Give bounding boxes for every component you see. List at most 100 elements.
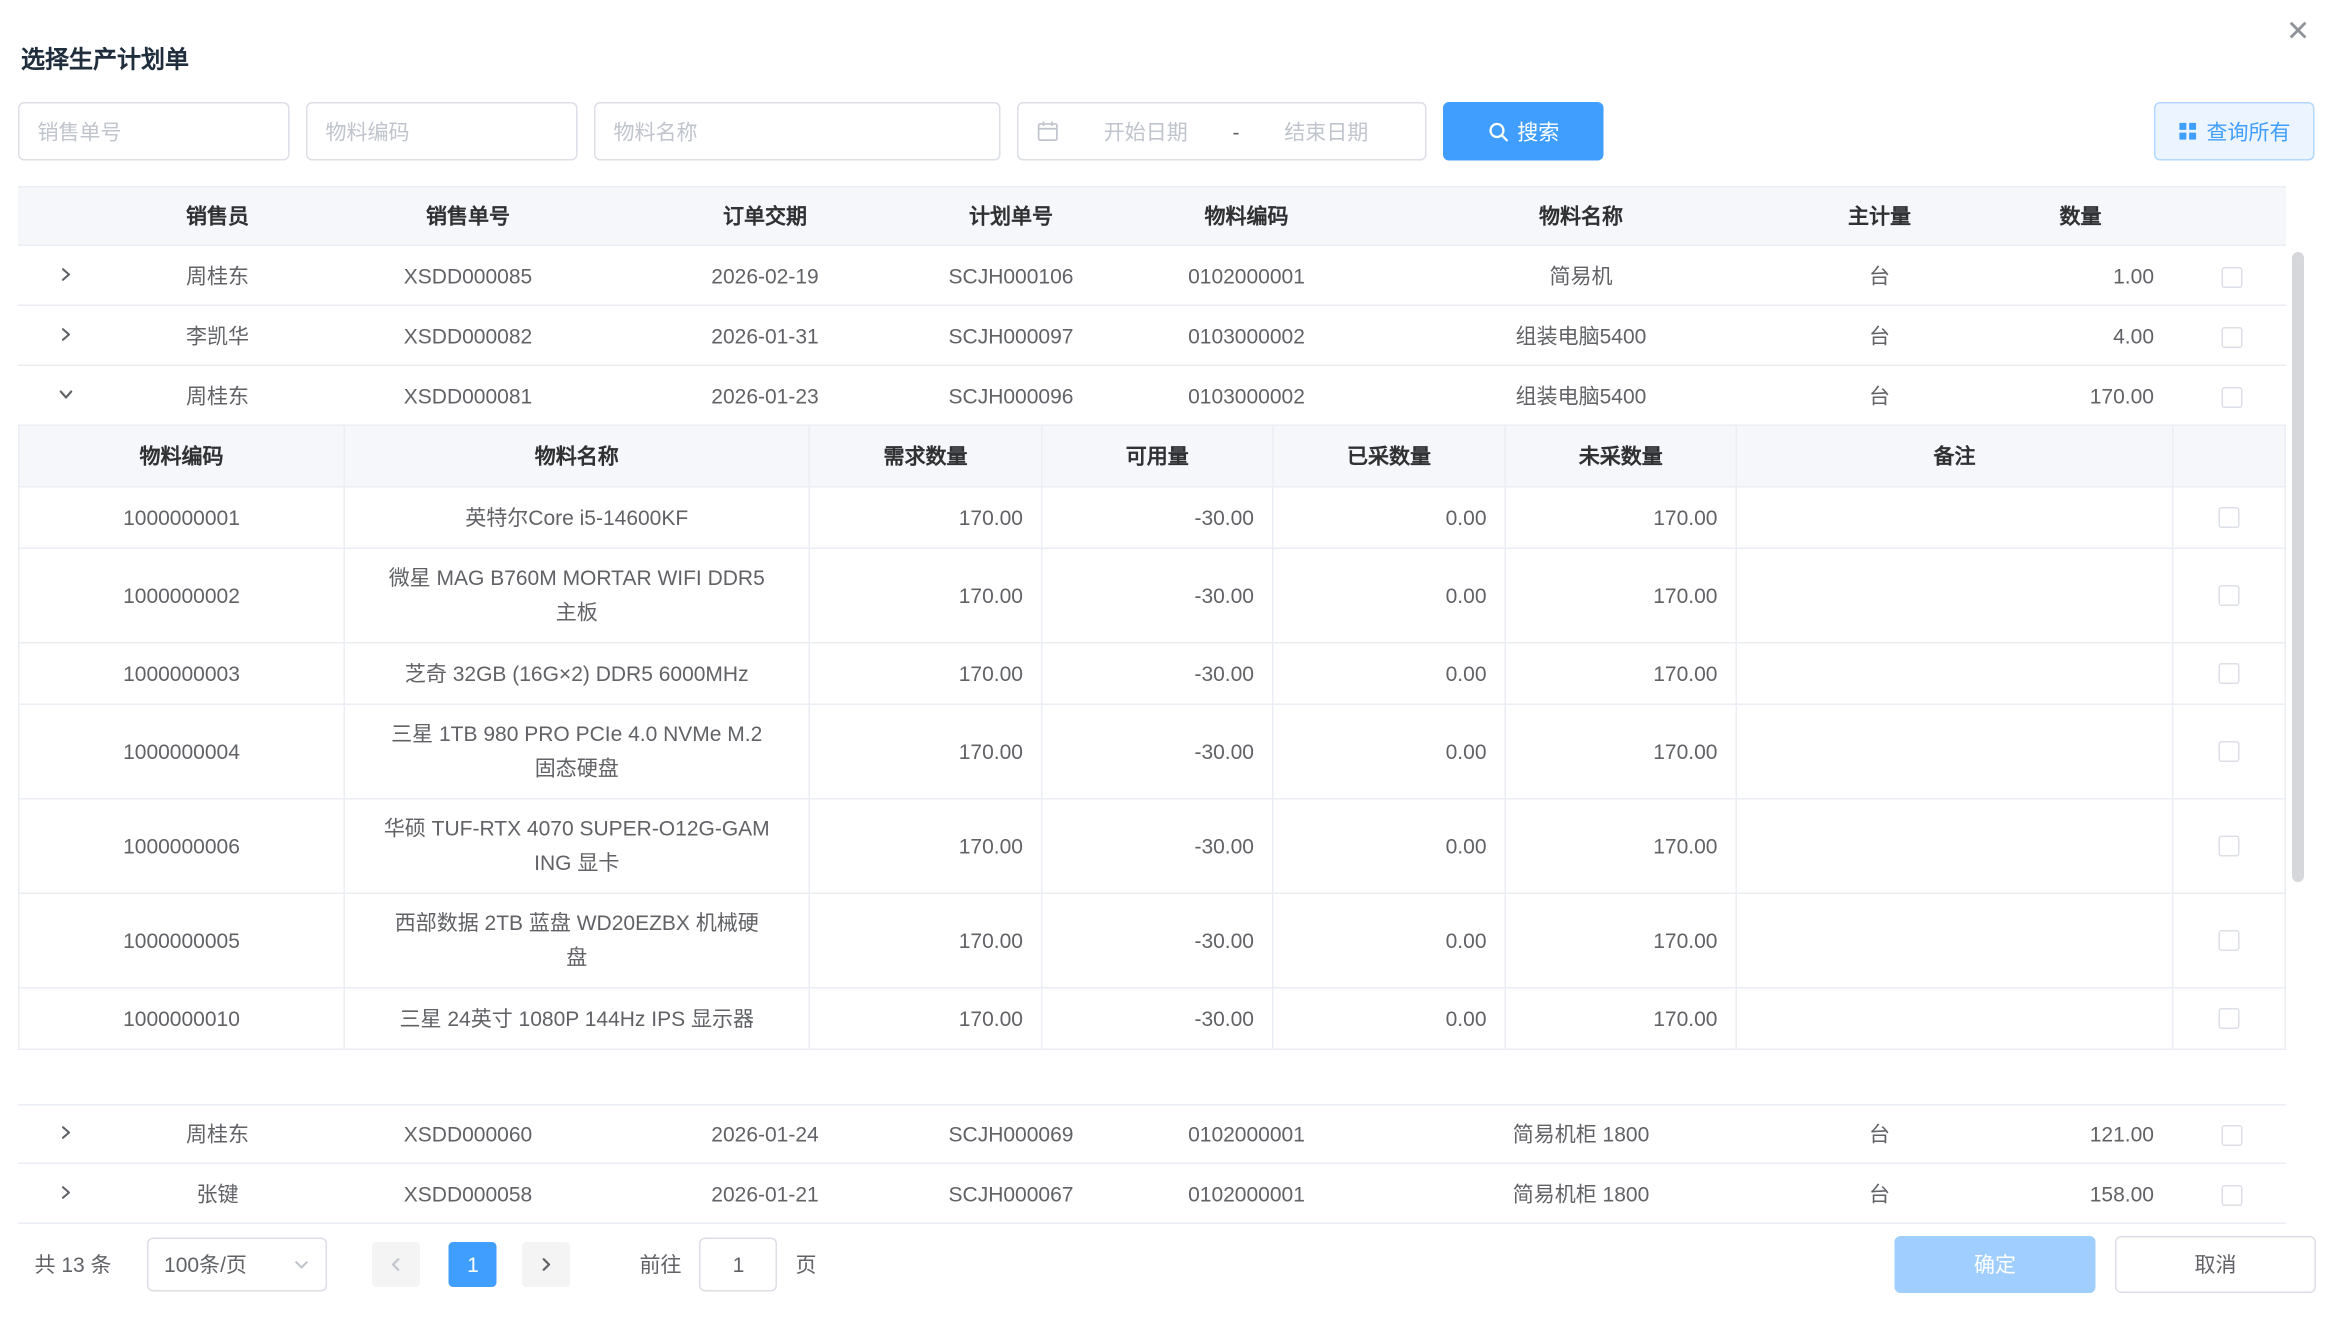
subcell-name: 三星 24英寸 1080P 144Hz IPS 显示器 — [345, 989, 810, 1049]
cancel-button[interactable]: 取消 — [2115, 1236, 2316, 1293]
subcell-purchased: 0.00 — [1274, 488, 1507, 548]
cell-plan-no: SCJH000069 — [915, 1122, 1107, 1146]
subcell-code: 1000000003 — [20, 644, 346, 704]
subrow-checkbox[interactable] — [2219, 1008, 2240, 1029]
chevron-right-icon[interactable] — [18, 1124, 114, 1142]
subcell-remark — [1737, 989, 2174, 1049]
subrow-checkbox[interactable] — [2219, 836, 2240, 857]
calendar-icon — [1037, 120, 1060, 143]
scrollbar[interactable] — [2292, 252, 2304, 882]
cell-qty: 170.00 — [1983, 383, 2178, 407]
subcell-name: 英特尔Core i5-14600KF — [345, 488, 810, 548]
chevron-down-icon — [293, 1256, 311, 1274]
material-code-input[interactable] — [306, 102, 578, 161]
cell-salesperson: 李凯华 — [114, 320, 321, 350]
subcol-header-purchased: 已采数量 — [1274, 426, 1507, 486]
cell-salesperson: 张键 — [114, 1178, 321, 1208]
row-checkbox[interactable] — [2222, 1125, 2243, 1146]
subcell-unpurchased: 170.00 — [1506, 989, 1737, 1049]
subcell-remark — [1737, 488, 2174, 548]
col-header-delivery-date: 订单交期 — [615, 201, 915, 231]
close-icon[interactable]: ✕ — [2286, 18, 2310, 47]
cell-delivery-date: 2026-02-19 — [615, 263, 915, 287]
cell-unit: 台 — [1776, 380, 1983, 410]
subcell-unpurchased: 170.00 — [1506, 488, 1737, 548]
subcol-header-name: 物料名称 — [345, 426, 810, 486]
material-name-input[interactable] — [594, 102, 1001, 161]
subtable-row: 1000000004 三星 1TB 980 PRO PCIe 4.0 NVMe … — [20, 705, 2285, 800]
cell-unit: 台 — [1776, 260, 1983, 290]
subcell-purchased: 0.00 — [1274, 705, 1507, 798]
cell-unit: 台 — [1776, 320, 1983, 350]
page-number-button[interactable]: 1 — [449, 1242, 497, 1287]
table-row: 李凯华 XSDD000082 2026-01-31 SCJH000097 010… — [18, 306, 2286, 366]
date-range-picker[interactable]: 开始日期 - 结束日期 — [1017, 102, 1427, 161]
chevron-down-icon[interactable] — [18, 385, 114, 403]
search-button[interactable]: 搜索 — [1443, 102, 1604, 161]
subrow-checkbox[interactable] — [2219, 930, 2240, 951]
subcell-available: -30.00 — [1043, 705, 1274, 798]
cell-delivery-date: 2026-01-24 — [615, 1122, 915, 1146]
cell-material-code: 0103000002 — [1107, 323, 1386, 347]
subrow-checkbox[interactable] — [2219, 663, 2240, 684]
table-row: 周桂东 XSDD000085 2026-02-19 SCJH000106 010… — [18, 246, 2286, 306]
subcell-purchased: 0.00 — [1274, 644, 1507, 704]
confirm-button[interactable]: 确定 — [1895, 1236, 2096, 1293]
date-range-separator: - — [1227, 119, 1246, 143]
cell-material-code: 0102000001 — [1107, 1122, 1386, 1146]
subcell-code: 1000000010 — [20, 989, 346, 1049]
subrow-checkbox[interactable] — [2219, 741, 2240, 762]
subcell-required: 170.00 — [810, 705, 1043, 798]
subcell-required: 170.00 — [810, 549, 1043, 642]
cell-material-name: 组装电脑5400 — [1386, 380, 1776, 410]
subcell-unpurchased: 170.00 — [1506, 894, 1737, 987]
sales-order-input[interactable] — [18, 102, 290, 161]
col-header-sales-order: 销售单号 — [321, 201, 615, 231]
chevron-right-icon[interactable] — [18, 265, 114, 283]
subcell-purchased: 0.00 — [1274, 549, 1507, 642]
subcell-unpurchased: 170.00 — [1506, 705, 1737, 798]
subrow-checkbox[interactable] — [2219, 585, 2240, 606]
cell-delivery-date: 2026-01-21 — [615, 1181, 915, 1205]
cell-plan-no: SCJH000067 — [915, 1181, 1107, 1205]
page-size-select[interactable]: 100条/页 — [148, 1238, 328, 1292]
subcell-available: -30.00 — [1043, 644, 1274, 704]
cell-salesperson: 周桂东 — [114, 1119, 321, 1149]
cell-qty: 4.00 — [1983, 323, 2178, 347]
cell-delivery-date: 2026-01-31 — [615, 323, 915, 347]
cell-material-name: 组装电脑5400 — [1386, 320, 1776, 350]
cell-plan-no: SCJH000106 — [915, 263, 1107, 287]
subcell-name: 华硕 TUF-RTX 4070 SUPER-O12G-GAM ING 显卡 — [345, 800, 810, 893]
row-checkbox[interactable] — [2222, 266, 2243, 287]
filter-bar: 开始日期 - 结束日期 搜索 查询所有 — [18, 102, 2315, 161]
cell-sales-order: XSDD000060 — [321, 1122, 615, 1146]
subcell-code: 1000000006 — [20, 800, 346, 893]
subcell-remark — [1737, 800, 2174, 893]
subcell-available: -30.00 — [1043, 989, 1274, 1049]
chevron-right-icon[interactable] — [18, 325, 114, 343]
query-all-button[interactable]: 查询所有 — [2154, 102, 2315, 161]
col-header-unit: 主计量 — [1776, 201, 1983, 231]
cell-qty: 1.00 — [1983, 263, 2178, 287]
subtable-row: 1000000010 三星 24英寸 1080P 144Hz IPS 显示器 1… — [20, 989, 2285, 1049]
next-page-button[interactable] — [523, 1242, 571, 1287]
goto-page-input[interactable] — [700, 1238, 778, 1292]
subcell-remark — [1737, 894, 2174, 987]
cell-material-name: 简易机 — [1386, 260, 1776, 290]
col-header-qty: 数量 — [1983, 201, 2178, 231]
chevron-right-icon[interactable] — [18, 1183, 114, 1201]
cell-unit: 台 — [1776, 1119, 1983, 1149]
row-checkbox[interactable] — [2222, 386, 2243, 407]
grid-icon — [2178, 122, 2198, 142]
subcol-header-available: 可用量 — [1043, 426, 1274, 486]
prev-page-button[interactable] — [373, 1242, 421, 1287]
subcell-purchased: 0.00 — [1274, 989, 1507, 1049]
row-checkbox[interactable] — [2222, 1184, 2243, 1205]
subrow-checkbox[interactable] — [2219, 507, 2240, 528]
date-start-placeholder: 开始日期 — [1065, 116, 1227, 146]
row-checkbox[interactable] — [2222, 326, 2243, 347]
cell-material-code: 0103000002 — [1107, 383, 1386, 407]
col-header-material-name: 物料名称 — [1386, 201, 1776, 231]
subcell-code: 1000000005 — [20, 894, 346, 987]
search-icon — [1487, 121, 1508, 142]
